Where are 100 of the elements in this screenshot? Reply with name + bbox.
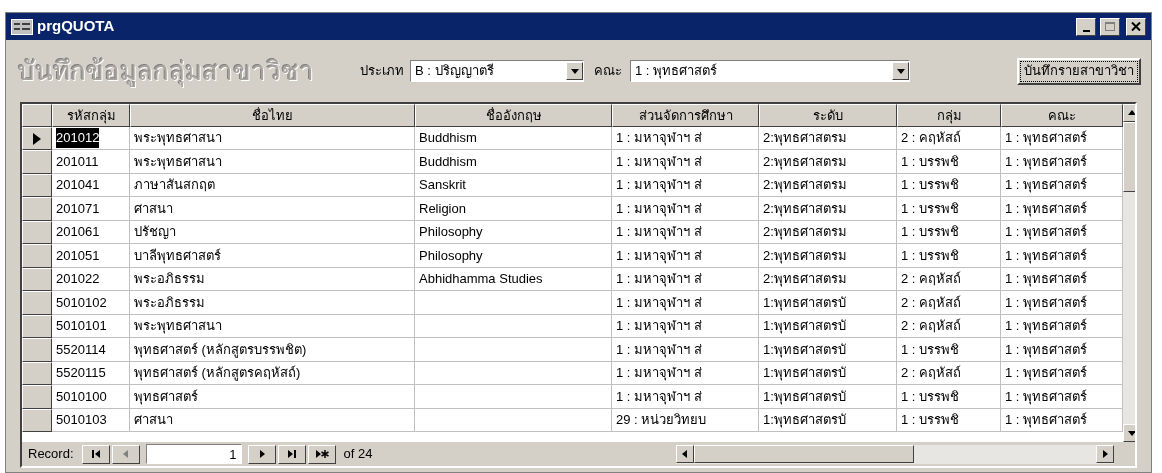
table-cell: 1 : มหาจุฬาฯ ส่: [612, 385, 759, 409]
scroll-left-button[interactable]: [675, 444, 694, 463]
table-cell: 1 : มหาจุฬาฯ ส่: [612, 244, 759, 268]
table-cell: 29 : หน่วยวิทยบ: [612, 408, 759, 433]
table-cell: 5010102: [52, 291, 130, 315]
table-cell: 1 : พุทธศาสตร์: [1001, 338, 1123, 362]
column-header[interactable]: ชื่อไทย: [130, 104, 415, 127]
table-cell: บาลีพุทธศาสตร์: [130, 244, 415, 268]
column-header[interactable]: กลุ่ม: [897, 104, 1001, 127]
table-cell: Buddhism: [415, 126, 612, 151]
up-arrow-icon: [1127, 108, 1135, 118]
table-cell: 5520114: [52, 338, 130, 362]
column-header[interactable]: ส่วนจัดการศึกษา: [612, 104, 759, 127]
row-selector[interactable]: [22, 408, 52, 433]
table-cell: พระอภิธรรม: [130, 267, 415, 292]
caret-icon: [569, 66, 580, 76]
maximize-button[interactable]: [1100, 17, 1120, 36]
table-cell: 1:พุทธศาสตรบั: [759, 314, 897, 339]
close-icon: [1131, 22, 1141, 31]
horizontal-scrollbar[interactable]: [675, 444, 1114, 464]
current-record-icon: [33, 132, 41, 145]
row-selector[interactable]: [22, 291, 52, 315]
right-arrow-icon: [1100, 448, 1110, 459]
table-cell: 1 : พุทธศาสตร์: [1001, 197, 1123, 221]
table-cell: 1 : พุทธศาสตร์: [1001, 408, 1123, 433]
table-cell: พระพุทธศาสนา: [130, 150, 415, 174]
table-cell: 1 : บรรพชิ: [897, 197, 1001, 221]
table-cell: 2:พุทธศาสตรม: [759, 220, 897, 245]
table-cell: 1 : มหาจุฬาฯ ส่: [612, 197, 759, 221]
table-cell: 201051: [52, 244, 130, 268]
row-selector[interactable]: [22, 173, 52, 198]
first-record-button[interactable]: [81, 444, 110, 464]
table-cell: 5010103: [52, 408, 130, 433]
row-selector[interactable]: [22, 314, 52, 339]
row-selector[interactable]: [22, 220, 52, 245]
table-cell: Philosophy: [415, 244, 612, 268]
table-cell: 1 : มหาจุฬาฯ ส่: [612, 173, 759, 198]
next-record-button[interactable]: [247, 444, 276, 464]
table-cell: 1 : พุทธศาสตร์: [1001, 150, 1123, 174]
column-header[interactable]: ชื่ออังกฤษ: [415, 104, 612, 127]
window-title: prgQUOTA: [37, 16, 116, 37]
table-cell: 1 : พุทธศาสตร์: [1001, 291, 1123, 315]
table-cell: 1 : พุทธศาสตร์: [1001, 361, 1123, 386]
row-selector-header: [22, 104, 52, 127]
table-cell: 1 : มหาจุฬาฯ ส่: [612, 150, 759, 174]
table-cell: Philosophy: [415, 220, 612, 245]
table-cell: 1:พุทธศาสตรบั: [759, 408, 897, 433]
table-cell: 1:พุทธศาสตรบั: [759, 361, 897, 386]
table-cell: 201061: [52, 220, 130, 245]
row-selector[interactable]: [22, 244, 52, 268]
dropdown-button[interactable]: [892, 62, 909, 80]
last-record-button[interactable]: [277, 444, 306, 464]
type-label: ประเภท: [360, 62, 404, 81]
column-header[interactable]: ระดับ: [759, 104, 897, 127]
first-record-icon: [90, 449, 101, 459]
row-selector[interactable]: [22, 197, 52, 221]
save-button[interactable]: บันทึกรายสาขาวิชา: [1017, 57, 1141, 85]
type-dropdown[interactable]: B : ปริญญาตรี: [410, 60, 584, 82]
faculty-label: คณะ: [594, 62, 622, 81]
record-count: of 24: [343, 445, 374, 464]
faculty-dropdown[interactable]: 1 : พุทธศาสตร์: [630, 60, 910, 82]
table-cell: ศาสนา: [130, 408, 415, 433]
minimize-button[interactable]: [1076, 17, 1096, 36]
table-cell: 1:พุทธศาสตรบั: [759, 338, 897, 362]
table-cell: 1 : มหาจุฬาฯ ส่: [612, 361, 759, 386]
table-cell: 1 : บรรพชิ: [897, 220, 1001, 245]
row-selector[interactable]: [22, 338, 52, 362]
table-cell: พระอภิธรรม: [130, 291, 415, 315]
table-cell: 1 : พุทธศาสตร์: [1001, 267, 1123, 292]
new-record-button[interactable]: [307, 444, 336, 464]
row-selector[interactable]: [22, 385, 52, 409]
table-cell: Religion: [415, 197, 612, 221]
table-cell: พุทธศาสตร์: [130, 385, 415, 409]
column-header[interactable]: รหัสกลุ่ม: [52, 104, 130, 127]
table-cell: พุทธศาสตร์ (หลักสูตรบรรพชิต): [130, 338, 415, 362]
table-cell: 2 : คฤหัสถ์: [897, 361, 1001, 386]
previous-record-icon: [121, 449, 130, 459]
table-cell: 2 : คฤหัสถ์: [897, 314, 1001, 339]
table-cell: 1 : พุทธศาสตร์: [1001, 244, 1123, 268]
table-cell: 5010100: [52, 385, 130, 409]
caret-icon: [895, 66, 906, 76]
scroll-thumb[interactable]: [693, 444, 914, 463]
table-cell: 2:พุทธศาสตรม: [759, 173, 897, 198]
table-cell: 2:พุทธศาสตรม: [759, 267, 897, 292]
row-selector[interactable]: [22, 150, 52, 174]
previous-record-button[interactable]: [111, 444, 140, 464]
record-number-field[interactable]: 1: [145, 444, 242, 464]
row-selector[interactable]: [22, 361, 52, 386]
row-selector[interactable]: [22, 267, 52, 292]
row-selector[interactable]: [22, 126, 52, 151]
dropdown-button[interactable]: [566, 62, 583, 80]
table-cell: 2 : คฤหัสถ์: [897, 291, 1001, 315]
table-cell: 1 : บรรพชิ: [897, 408, 1001, 433]
table-cell: 1 : พุทธศาสตร์: [1001, 385, 1123, 409]
maximize-icon: [1105, 22, 1115, 31]
column-header[interactable]: คณะ: [1001, 104, 1123, 127]
table-cell: 1 : มหาจุฬาฯ ส่: [612, 314, 759, 339]
close-button[interactable]: [1126, 17, 1146, 36]
scroll-right-button[interactable]: [1096, 444, 1114, 463]
table-cell: 1 : มหาจุฬาฯ ส่: [612, 338, 759, 362]
